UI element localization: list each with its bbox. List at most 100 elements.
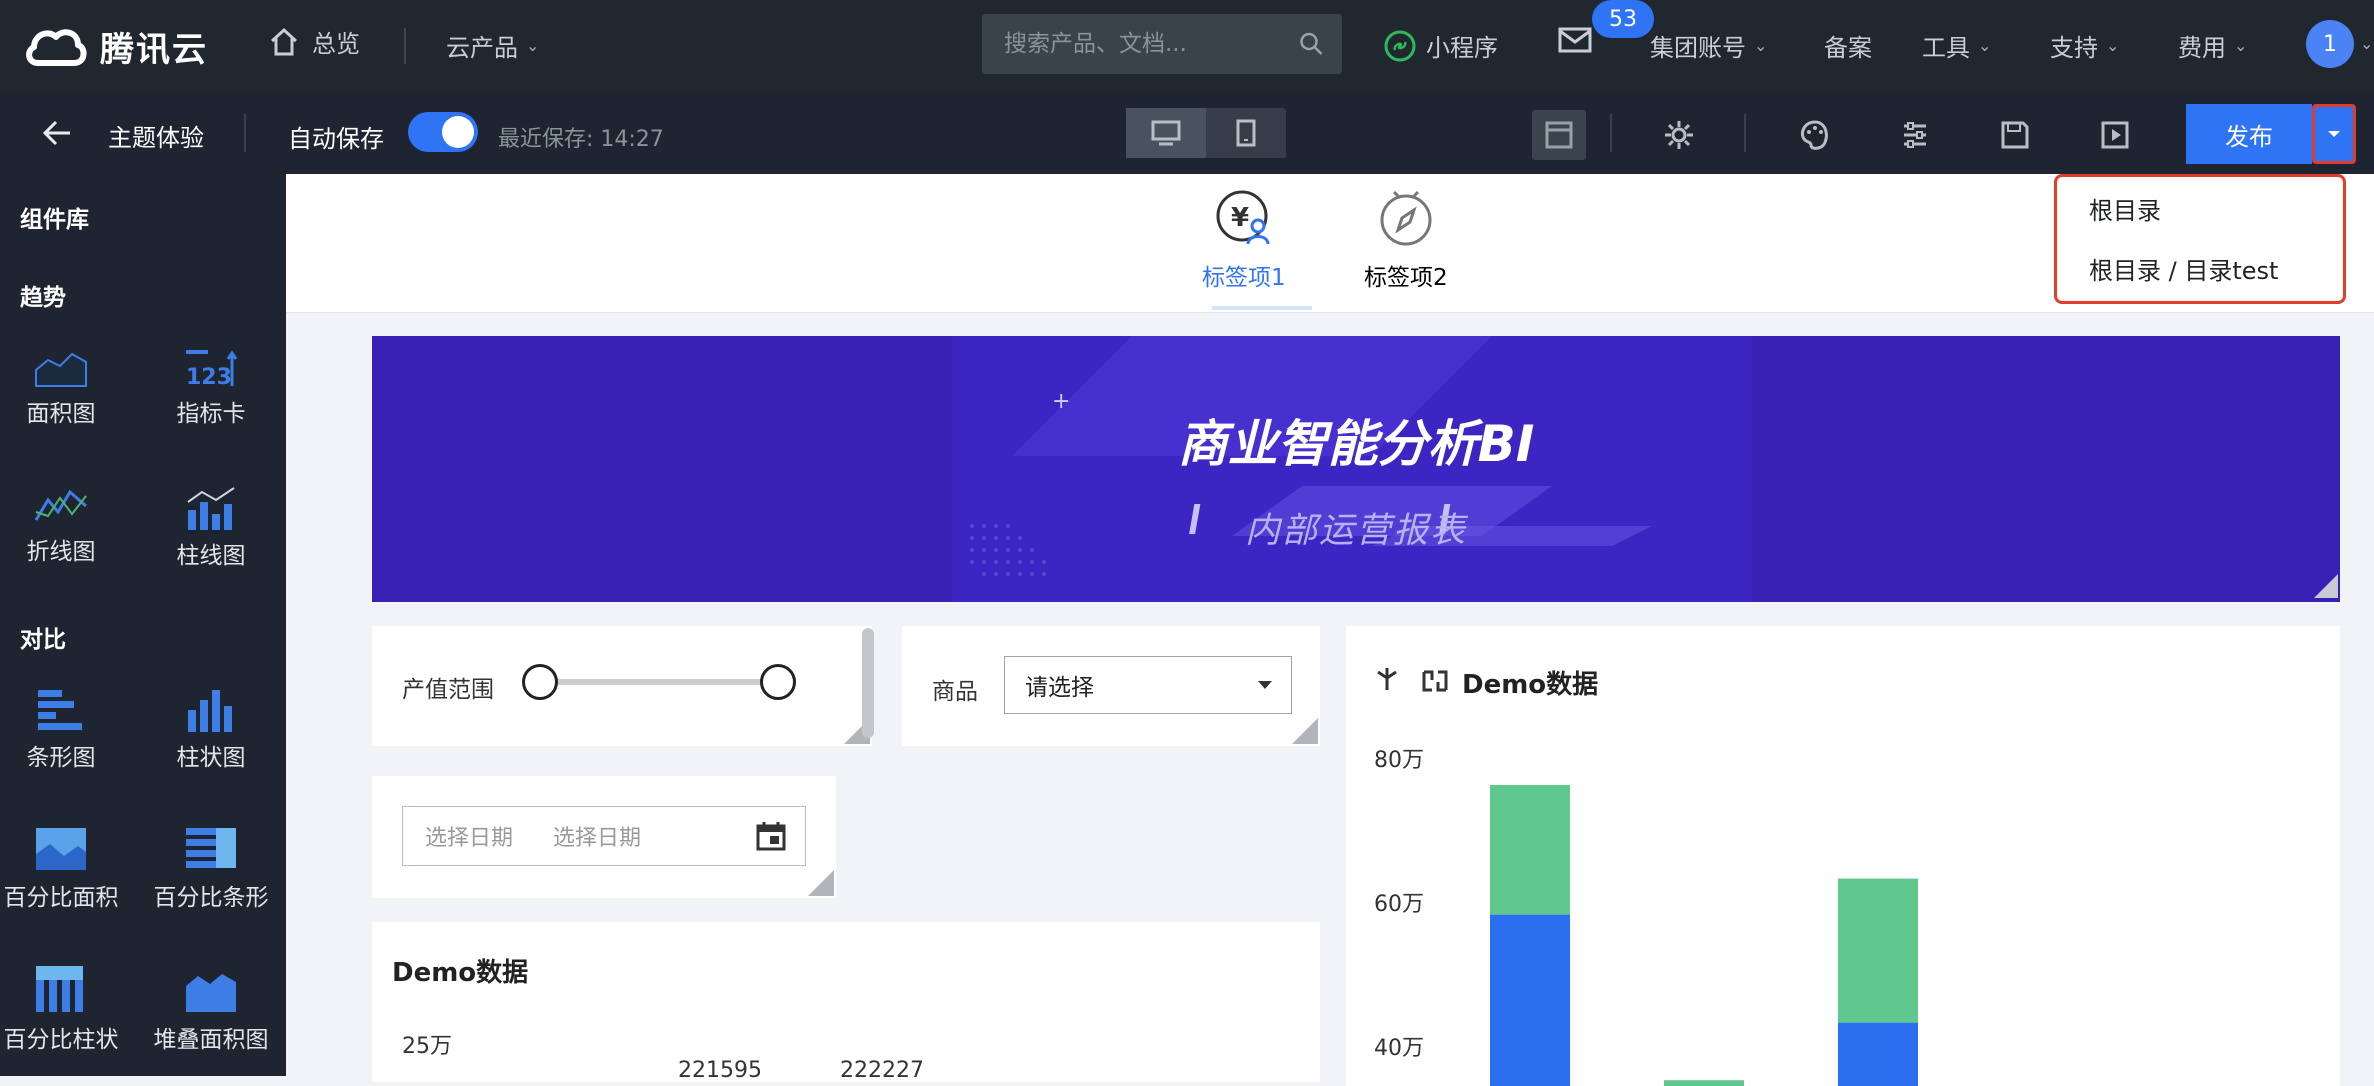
component-percent-bar[interactable]: 百分比条形 xyxy=(136,826,286,912)
brand-logo[interactable]: 腾讯云 xyxy=(24,18,208,74)
stacked-bar-segment[interactable] xyxy=(1490,914,1570,1086)
component-label: 百分比柱状 xyxy=(3,1027,119,1053)
search-box[interactable] xyxy=(982,14,1342,74)
component-area-chart[interactable]: 面积图 xyxy=(0,348,136,428)
component-percent-column[interactable]: 百分比柱状 xyxy=(0,964,136,1054)
nav-billing[interactable]: 费用 ⌄ xyxy=(2178,28,2247,63)
nav-item-label: 集团账号 xyxy=(1650,34,1746,62)
demo-chart-card-right: Demo数据 80万 60万 40万 xyxy=(1346,626,2340,1086)
nav-overview[interactable]: 总览 xyxy=(268,24,360,59)
stacked-bar-segment[interactable] xyxy=(1664,1080,1744,1086)
publish-button[interactable]: 发布 xyxy=(2186,104,2312,164)
bar-line-chart-icon xyxy=(187,487,235,530)
section-heading-trend: 趋势 xyxy=(20,285,66,311)
product-select[interactable]: 请选择 xyxy=(1004,656,1292,714)
page-title: 主题体验 xyxy=(108,124,204,152)
percent-bar-icon xyxy=(186,828,236,868)
mobile-view-button[interactable] xyxy=(1206,108,1286,158)
chevron-down-icon[interactable]: ⌄ xyxy=(2360,34,2373,53)
resize-handle[interactable] xyxy=(808,870,834,896)
menu-item-root[interactable]: 根目录 xyxy=(2089,191,2161,226)
mail-button[interactable] xyxy=(1558,26,1592,58)
toolbar-divider xyxy=(1744,114,1746,152)
range-slider-min-handle[interactable] xyxy=(522,664,558,700)
range-slider-max-handle[interactable] xyxy=(760,664,796,700)
nav-cloud-products[interactable]: 云产品 ⌄ xyxy=(446,28,539,63)
nav-divider xyxy=(404,28,406,64)
filter-config-button[interactable] xyxy=(1888,110,1942,160)
component-label: 百分比条形 xyxy=(153,885,269,911)
search-input[interactable] xyxy=(982,30,1299,58)
product-filter-card: 商品 请选择 xyxy=(902,626,1320,746)
svg-text:¥: ¥ xyxy=(1231,203,1249,233)
mail-icon xyxy=(1558,27,1592,53)
range-slider-track[interactable] xyxy=(540,679,796,685)
date-filter-card: 选择日期 选择日期 xyxy=(372,776,836,898)
component-label: 百分比面积 xyxy=(3,885,119,911)
component-horizontal-bar[interactable]: 条形图 xyxy=(0,688,136,772)
yuan-user-icon: ¥ xyxy=(1216,190,1270,245)
stacked-bar-segment[interactable] xyxy=(1838,878,1918,1023)
component-line-chart[interactable]: 折线图 xyxy=(0,486,136,566)
end-date-input[interactable]: 选择日期 xyxy=(553,820,755,852)
chevron-down-icon: ⌄ xyxy=(1978,36,1992,55)
component-stacked-area[interactable]: 堆叠面积图 xyxy=(136,964,286,1054)
autosave-label: 自动保存 xyxy=(288,125,384,153)
nav-mini-program[interactable]: 小程序 xyxy=(1384,28,1498,63)
active-tab-indicator xyxy=(1212,306,1312,310)
header-banner[interactable]: + 商业智能分析BI 内部运营报表 xyxy=(372,336,2340,602)
demo-chart-card-left: Demo数据 25万 221595 222227 xyxy=(372,922,1320,1083)
preview-button[interactable] xyxy=(2088,110,2142,160)
banner-title: 商业智能分析BI xyxy=(1177,415,1535,473)
component-kpi-card[interactable]: 123 指标卡 xyxy=(136,348,286,428)
device-switch xyxy=(1126,108,1286,158)
save-button[interactable] xyxy=(1988,110,2042,160)
search-icon[interactable] xyxy=(1299,29,1324,59)
stacked-bar-segment[interactable] xyxy=(1490,785,1570,915)
user-avatar[interactable]: 1 xyxy=(2306,20,2354,68)
component-library-sidebar: 组件库 趋势 面积图 123 指标卡 折线图 柱线图 对比 条形图 柱状图 百分… xyxy=(0,174,286,1076)
component-column-chart[interactable]: 柱状图 xyxy=(136,688,286,772)
mini-program-label: 小程序 xyxy=(1426,34,1498,62)
autosave-toggle[interactable] xyxy=(408,112,478,152)
resize-handle[interactable] xyxy=(1292,718,1318,744)
theme-button[interactable] xyxy=(1788,110,1842,160)
component-label: 柱状图 xyxy=(176,745,246,771)
nav-tools[interactable]: 工具 ⌄ xyxy=(1922,28,1991,63)
sidebar-title: 组件库 xyxy=(20,207,89,233)
section-heading-compare: 对比 xyxy=(20,627,66,653)
palette-icon xyxy=(1801,120,1828,150)
component-label: 柱线图 xyxy=(176,543,246,569)
line-chart-icon xyxy=(34,489,87,521)
nav-overview-label: 总览 xyxy=(312,30,360,58)
nav-group-account[interactable]: 集团账号 ⌄ xyxy=(1650,28,1767,63)
tab-item-2[interactable]: 标签项2 xyxy=(1364,188,1448,292)
menu-item-root-test[interactable]: 根目录 / 目录test xyxy=(2089,251,2278,286)
component-label: 条形图 xyxy=(26,745,96,771)
stacked-bar-segment[interactable] xyxy=(1838,1022,1918,1086)
back-arrow-icon[interactable] xyxy=(40,116,74,150)
nav-products-label: 云产品 xyxy=(446,34,518,62)
percent-area-icon xyxy=(36,828,86,870)
settings-button[interactable] xyxy=(1652,110,1706,160)
calendar-icon[interactable] xyxy=(755,820,787,852)
date-range-picker[interactable]: 选择日期 选择日期 xyxy=(402,806,806,866)
publish-dropdown-toggle[interactable] xyxy=(2312,104,2356,164)
home-icon xyxy=(270,27,298,55)
component-percent-area[interactable]: 百分比面积 xyxy=(0,826,136,912)
chevron-down-icon: ⌄ xyxy=(2106,36,2120,55)
scrollbar-thumb[interactable] xyxy=(862,628,874,738)
nav-support[interactable]: 支持 ⌄ xyxy=(2050,28,2119,63)
component-label: 指标卡 xyxy=(176,401,246,427)
desktop-view-button[interactable] xyxy=(1126,108,1206,158)
brand-name: 腾讯云 xyxy=(100,29,208,70)
cloud-logo-icon xyxy=(26,29,87,66)
start-date-input[interactable]: 选择日期 xyxy=(425,820,513,852)
component-bar-line-chart[interactable]: 柱线图 xyxy=(136,486,286,570)
bar-data-label: 222227 xyxy=(840,1058,924,1083)
canvas-toggle-button[interactable] xyxy=(1532,110,1586,160)
nav-filing[interactable]: 备案 xyxy=(1824,28,1872,63)
last-save-time: 最近保存: 14:27 xyxy=(498,127,664,152)
nav-item-label: 费用 xyxy=(2178,34,2226,62)
tab-item-1[interactable]: ¥ 标签项1 xyxy=(1202,188,1286,292)
